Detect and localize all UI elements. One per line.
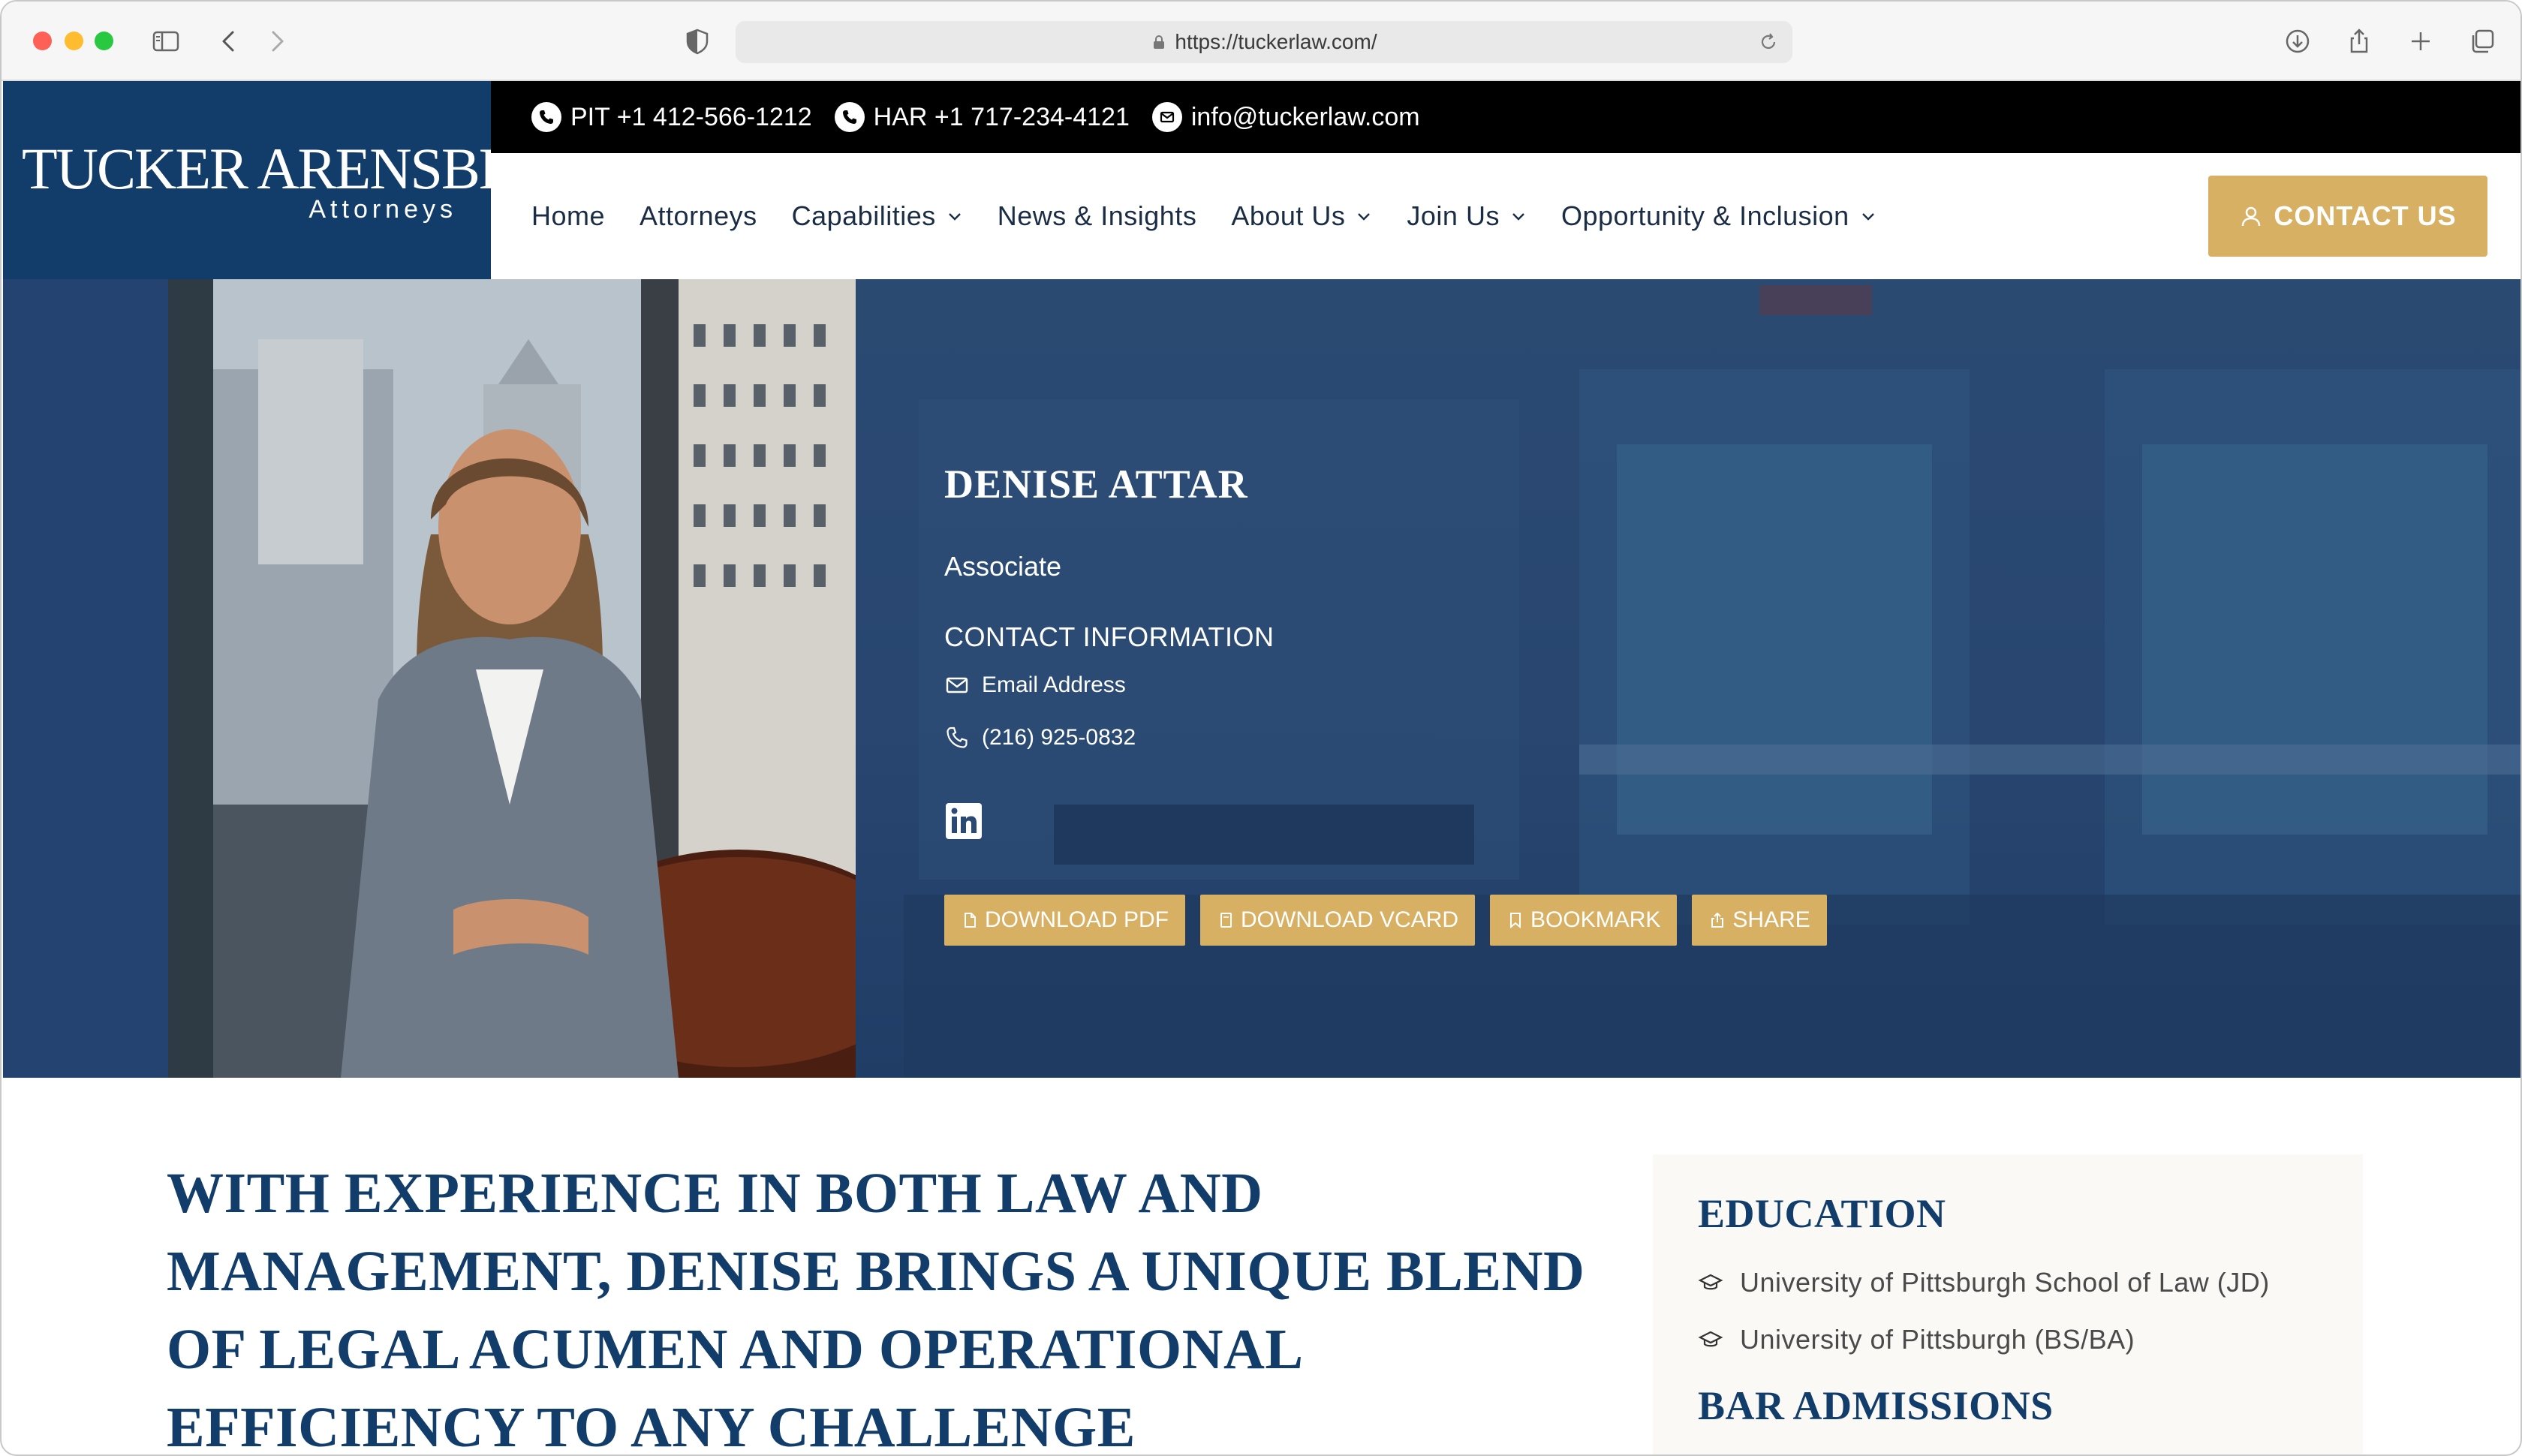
graduation-cap-icon <box>1698 1274 1723 1290</box>
forward-icon[interactable] <box>260 24 294 59</box>
zoom-window-button[interactable] <box>95 32 113 50</box>
file-icon <box>965 913 976 928</box>
list-item: University of Pittsburgh (BS/BA) <box>1698 1324 2318 1355</box>
mail-icon <box>946 677 968 693</box>
phone-icon <box>834 102 865 132</box>
chevron-down-icon <box>1512 213 1524 221</box>
close-window-button[interactable] <box>33 32 52 50</box>
bookmark-label: BOOKMARK <box>1530 907 1661 932</box>
user-icon <box>2242 206 2261 227</box>
profile-actions: DOWNLOAD PDF DOWNLOAD VCARD BOOKMARK SHA… <box>944 895 1842 946</box>
download-pdf-label: DOWNLOAD PDF <box>985 907 1169 932</box>
download-pdf-button[interactable]: DOWNLOAD PDF <box>944 895 1186 946</box>
chevron-down-icon <box>1358 213 1371 221</box>
email-address-link[interactable]: Email Address <box>944 672 1126 698</box>
file-icon <box>1220 913 1232 928</box>
sidebar-icon[interactable] <box>149 24 183 59</box>
attorney-name: DENISE ATTAR <box>944 462 1248 507</box>
linkedin-icon[interactable] <box>944 802 983 841</box>
contact-info-heading: CONTACT INFORMATION <box>944 621 1275 652</box>
shield-icon[interactable] <box>680 24 715 59</box>
nav-attorneys[interactable]: Attorneys <box>640 200 757 232</box>
pit-phone-text: PIT +1 412-566-1212 <box>570 102 812 131</box>
nav-label: Home <box>531 200 606 231</box>
email-text: info@tuckerlaw.com <box>1190 102 1420 131</box>
nav-join-us[interactable]: Join Us <box>1407 200 1527 232</box>
nav-label: Opportunity & Inclusion <box>1560 200 1849 231</box>
nav-about-us[interactable]: About Us <box>1231 200 1372 232</box>
url-text: https://tuckerlaw.com/ <box>1175 30 1377 53</box>
download-icon[interactable] <box>2280 24 2315 59</box>
education-list: University of Pittsburgh School of Law (… <box>1698 1267 2318 1355</box>
attorney-title: Associate <box>944 551 1062 582</box>
nav-news-insights[interactable]: News & Insights <box>998 200 1197 232</box>
phone-icon <box>947 726 968 748</box>
profile-headline: WITH EXPERIENCE IN BOTH LAW AND MANAGEME… <box>167 1162 1585 1456</box>
profile-hero: DENISE ATTAR Associate CONTACT INFORMATI… <box>3 279 2520 1078</box>
share-button[interactable]: SHARE <box>1692 895 1827 946</box>
chevron-down-icon <box>948 213 961 221</box>
bar-admissions-heading: BAR ADMISSIONS <box>1698 1383 2054 1428</box>
share-icon <box>1711 912 1724 928</box>
bookmark-button[interactable]: BOOKMARK <box>1490 895 1678 946</box>
profile-sidebar: EDUCATION University of Pittsburgh Schoo… <box>1653 1154 2363 1454</box>
contact-us-button[interactable]: CONTACT US <box>2208 176 2487 257</box>
nav-capabilities[interactable]: Capabilities <box>792 200 963 232</box>
browser-window: https://tuckerlaw.com/ TUCKER ARENSBERG … <box>0 0 2522 1456</box>
download-vcard-button[interactable]: DOWNLOAD VCARD <box>1200 895 1476 946</box>
contact-us-label: CONTACT US <box>2274 200 2457 231</box>
minimize-window-button[interactable] <box>65 32 83 50</box>
education-item: University of Pittsburgh School of Law (… <box>1740 1267 2270 1298</box>
education-heading: EDUCATION <box>1698 1191 1946 1236</box>
phone-link[interactable]: (216) 925-0832 <box>944 725 1136 751</box>
nav-home[interactable]: Home <box>531 200 605 232</box>
nav-label: Join Us <box>1407 200 1500 231</box>
email-address-label: Email Address <box>982 672 1126 697</box>
nav-label: About Us <box>1231 200 1346 231</box>
phone-icon <box>531 102 561 132</box>
share-label: SHARE <box>1732 907 1810 932</box>
email-link[interactable]: info@tuckerlaw.com <box>1151 102 1420 132</box>
list-item: University of Pittsburgh School of Law (… <box>1698 1267 2318 1298</box>
nav-label: News & Insights <box>997 200 1197 231</box>
lock-icon <box>1154 35 1165 49</box>
mail-icon <box>1151 102 1182 132</box>
profile-info: DENISE ATTAR Associate CONTACT INFORMATI… <box>944 279 2070 1078</box>
reload-icon[interactable] <box>1756 30 1780 54</box>
har-phone-link[interactable]: HAR +1 717-234-4121 <box>834 102 1130 132</box>
nav-label: Attorneys <box>640 200 757 231</box>
plus-icon[interactable] <box>2403 24 2438 59</box>
back-icon[interactable] <box>212 24 246 59</box>
attorney-photo <box>168 279 856 1078</box>
graduation-cap-icon <box>1698 1331 1723 1347</box>
address-bar[interactable]: https://tuckerlaw.com/ <box>736 21 1792 63</box>
download-vcard-label: DOWNLOAD VCARD <box>1241 907 1459 932</box>
contact-bar: PIT +1 412-566-1212 HAR +1 717-234-4121 … <box>491 81 2520 153</box>
share-icon[interactable] <box>2342 24 2376 59</box>
bookmark-icon <box>1510 913 1521 929</box>
logo-tagline: Attorneys <box>308 195 457 224</box>
chevron-down-icon <box>1861 213 1874 221</box>
education-item: University of Pittsburgh (BS/BA) <box>1740 1324 2135 1355</box>
browser-toolbar: https://tuckerlaw.com/ <box>2 2 2520 81</box>
tabs-icon[interactable] <box>2465 24 2499 59</box>
nav-opportunity-inclusion[interactable]: Opportunity & Inclusion <box>1561 200 1876 232</box>
site-logo[interactable]: TUCKER ARENSBERG Attorneys <box>3 81 593 279</box>
har-phone-text: HAR +1 717-234-4121 <box>873 102 1130 131</box>
phone-number: (216) 925-0832 <box>982 725 1136 750</box>
nav-label: Capabilities <box>791 200 936 231</box>
pit-phone-link[interactable]: PIT +1 412-566-1212 <box>531 102 812 132</box>
